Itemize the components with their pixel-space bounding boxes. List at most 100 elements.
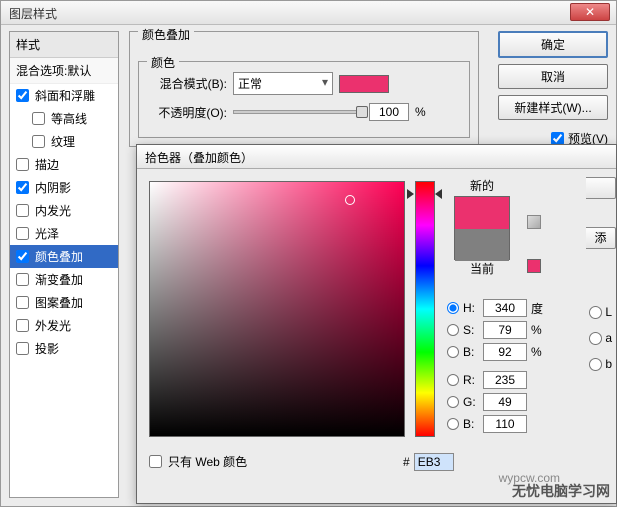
opacity-unit: %	[415, 105, 426, 119]
style-item-contour[interactable]: 等高线	[10, 107, 118, 130]
b-radio[interactable]	[447, 346, 459, 358]
style-check-inner-shadow[interactable]	[16, 181, 29, 194]
style-label: 光泽	[35, 225, 59, 242]
style-item-outer-glow[interactable]: 外发光	[10, 314, 118, 337]
opacity-input[interactable]	[369, 103, 409, 121]
bch-label: B:	[463, 417, 479, 431]
b-label: B:	[463, 345, 479, 359]
blend-mode-label: 混合模式(B):	[147, 75, 227, 92]
style-label: 斜面和浮雕	[35, 87, 95, 104]
b-unit: %	[531, 345, 549, 359]
current-color-label: 当前	[447, 260, 517, 277]
blend-mode-value: 正常	[238, 77, 262, 91]
opacity-slider[interactable]	[233, 110, 363, 114]
picker-title-bar[interactable]: 拾色器（叠加颜色）	[137, 145, 616, 169]
s-unit: %	[531, 323, 549, 337]
bch-radio[interactable]	[447, 418, 459, 430]
s-radio[interactable]	[447, 324, 459, 336]
s-label: S:	[463, 323, 479, 337]
lab-b-label: b	[605, 357, 612, 371]
style-check-contour[interactable]	[32, 112, 45, 125]
style-check-satin[interactable]	[16, 227, 29, 240]
s-input[interactable]	[483, 321, 527, 339]
style-check-pattern-overlay[interactable]	[16, 296, 29, 309]
style-label: 描边	[35, 156, 59, 173]
h-radio[interactable]	[447, 302, 459, 314]
style-item-stroke[interactable]: 描边	[10, 153, 118, 176]
color-overlay-settings: 颜色叠加 颜色 混合模式(B): 正常 不透明度(O): %	[129, 31, 479, 147]
style-item-bevel[interactable]: 斜面和浮雕	[10, 84, 118, 107]
r-input[interactable]	[483, 371, 527, 389]
styles-panel: 样式 混合选项:默认 斜面和浮雕 等高线 纹理 描边 内阴影	[9, 31, 119, 498]
lab-radios: L a b	[589, 305, 612, 371]
style-check-texture[interactable]	[32, 135, 45, 148]
style-check-color-overlay[interactable]	[16, 250, 29, 263]
preview-box	[454, 196, 510, 260]
gamut-warning-icon[interactable]	[527, 215, 541, 229]
new-color-swatch[interactable]	[455, 197, 509, 229]
blend-mode-row: 混合模式(B): 正常	[147, 72, 461, 95]
hex-prefix: #	[403, 455, 410, 469]
l-radio[interactable]	[589, 306, 602, 319]
style-item-inner-shadow[interactable]: 内阴影	[10, 176, 118, 199]
h-input[interactable]	[483, 299, 527, 317]
ok-button[interactable]: 确定	[498, 31, 608, 58]
websafe-swatch[interactable]	[527, 259, 541, 273]
style-item-gradient-overlay[interactable]: 渐变叠加	[10, 268, 118, 291]
current-color-swatch[interactable]	[455, 229, 509, 261]
new-color-label: 新的	[447, 177, 517, 194]
style-label: 等高线	[51, 110, 87, 127]
picker-ok-button[interactable]	[586, 177, 616, 199]
bch-input[interactable]	[483, 415, 527, 433]
style-label: 外发光	[35, 317, 71, 334]
picker-body: 新的 当前 添 H: 度 S: %	[137, 169, 616, 505]
web-only-row: 只有 Web 颜色	[149, 453, 247, 470]
overlay-color-swatch[interactable]	[339, 75, 389, 93]
style-label: 渐变叠加	[35, 271, 83, 288]
r-row: R:	[447, 371, 617, 389]
style-check-bevel[interactable]	[16, 89, 29, 102]
style-check-inner-glow[interactable]	[16, 204, 29, 217]
style-item-pattern-overlay[interactable]: 图案叠加	[10, 291, 118, 314]
b-input[interactable]	[483, 343, 527, 361]
opacity-slider-thumb[interactable]	[356, 106, 368, 118]
a-radio[interactable]	[589, 332, 602, 345]
style-label: 颜色叠加	[35, 248, 83, 265]
style-label: 图案叠加	[35, 294, 83, 311]
opacity-row: 不透明度(O): %	[147, 103, 461, 121]
style-item-color-overlay[interactable]: 颜色叠加	[10, 245, 118, 268]
picker-add-button[interactable]: 添	[586, 227, 616, 249]
dialog-title-bar[interactable]: 图层样式	[1, 1, 616, 25]
color-field-marker[interactable]	[345, 195, 355, 205]
r-radio[interactable]	[447, 374, 459, 386]
style-check-drop-shadow[interactable]	[16, 342, 29, 355]
style-check-stroke[interactable]	[16, 158, 29, 171]
hue-slider[interactable]	[415, 181, 435, 437]
blend-mode-select[interactable]: 正常	[233, 72, 333, 95]
dialog-buttons: 确定 取消 新建样式(W)... 预览(V)	[498, 31, 608, 147]
g-input[interactable]	[483, 393, 527, 411]
cancel-button[interactable]: 取消	[498, 64, 608, 89]
style-check-outer-glow[interactable]	[16, 319, 29, 332]
style-item-inner-glow[interactable]: 内发光	[10, 199, 118, 222]
new-style-button[interactable]: 新建样式(W)...	[498, 95, 608, 120]
picker-right-buttons: 添	[586, 177, 617, 249]
hue-pointer-left-icon	[407, 189, 414, 199]
color-field[interactable]	[149, 181, 405, 437]
web-only-checkbox[interactable]	[149, 455, 162, 468]
styles-header: 样式	[10, 32, 118, 58]
blending-options-default[interactable]: 混合选项:默认	[10, 58, 118, 84]
lab-b-radio[interactable]	[589, 358, 602, 371]
g-row: G:	[447, 393, 617, 411]
bch-row: B:	[447, 415, 617, 433]
color-preview: 新的 当前	[447, 177, 517, 279]
style-item-texture[interactable]: 纹理	[10, 130, 118, 153]
style-item-satin[interactable]: 光泽	[10, 222, 118, 245]
a-label: a	[605, 331, 612, 345]
style-item-drop-shadow[interactable]: 投影	[10, 337, 118, 360]
rgb-inputs: R: G: B:	[447, 371, 617, 433]
g-radio[interactable]	[447, 396, 459, 408]
style-check-gradient-overlay[interactable]	[16, 273, 29, 286]
hex-input[interactable]	[414, 453, 454, 471]
close-button[interactable]: ✕	[570, 3, 610, 21]
